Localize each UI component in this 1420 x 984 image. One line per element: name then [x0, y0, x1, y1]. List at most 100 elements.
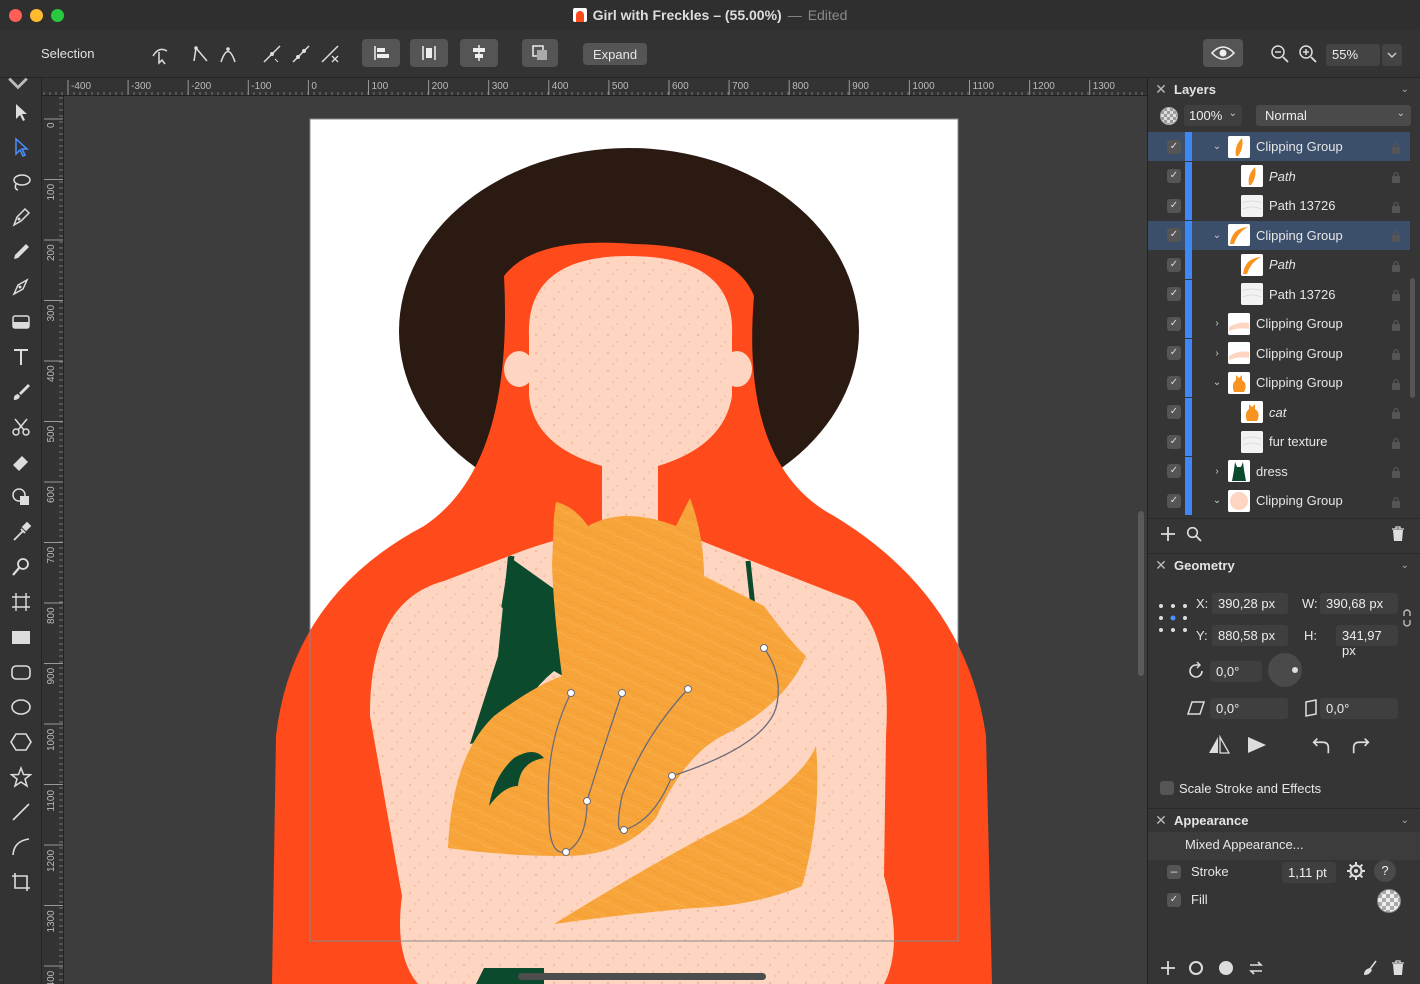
break-path-icon[interactable]	[258, 40, 286, 68]
minimize-window-button[interactable]	[30, 9, 43, 22]
corner-node-icon[interactable]	[186, 40, 214, 68]
ellipse-tool[interactable]	[7, 693, 35, 721]
opacity-field[interactable]: 100% ⌄	[1184, 105, 1242, 126]
rotate-left-button[interactable]	[1308, 733, 1334, 757]
spiral-tool[interactable]	[7, 833, 35, 861]
zoom-in-icon[interactable]	[1294, 40, 1322, 68]
close-panel-icon[interactable]: ✕	[1148, 81, 1174, 98]
artboard-tool[interactable]	[7, 588, 35, 616]
node-tool[interactable]	[7, 133, 35, 161]
layer-row[interactable]: ✓ ⌄ Clipping Group	[1148, 132, 1410, 161]
lock-icon[interactable]	[1391, 465, 1401, 478]
close-panel-icon[interactable]: ✕	[1148, 557, 1174, 574]
lock-icon[interactable]	[1391, 200, 1401, 213]
rotation-field[interactable]: 0,0°	[1210, 661, 1262, 682]
opacity-icon[interactable]	[1160, 107, 1178, 125]
align-left-button[interactable]	[362, 39, 400, 67]
smooth-node-icon[interactable]	[214, 40, 242, 68]
lock-icon[interactable]	[1391, 229, 1401, 242]
swap-button[interactable]	[1246, 958, 1266, 978]
rounded-rectangle-tool[interactable]	[7, 658, 35, 686]
appearance-panel-header[interactable]: ✕ Appearance ⌄	[1148, 808, 1420, 832]
chevron-down-icon[interactable]: ⌄	[1212, 141, 1222, 152]
delete-layer-button[interactable]	[1388, 524, 1408, 544]
lock-icon[interactable]	[1391, 495, 1401, 508]
add-stroke-button[interactable]	[1186, 958, 1206, 978]
brush-tool[interactable]	[7, 378, 35, 406]
w-field[interactable]: 390,68 px	[1320, 593, 1398, 614]
help-button[interactable]: ?	[1374, 860, 1396, 882]
layer-visibility-checkbox[interactable]: ✓	[1167, 139, 1181, 154]
y-field[interactable]: 880,58 px	[1212, 625, 1288, 646]
add-appearance-button[interactable]	[1158, 958, 1178, 978]
view-mode-button[interactable]	[1203, 39, 1243, 67]
join-path-icon[interactable]	[287, 40, 315, 68]
layer-visibility-checkbox[interactable]: ✓	[1167, 287, 1181, 301]
constrain-proportions-toggle[interactable]	[1402, 608, 1412, 633]
layer-row[interactable]: ✓ › dress	[1148, 456, 1410, 486]
eyedropper-tool[interactable]	[7, 518, 35, 546]
selection-tool[interactable]	[7, 98, 35, 126]
skew-field[interactable]: 0,0°	[1320, 698, 1398, 719]
rotate-right-button[interactable]	[1348, 733, 1374, 757]
scale-stroke-checkbox[interactable]	[1160, 781, 1174, 795]
shape-builder-tool[interactable]	[7, 483, 35, 511]
layer-row[interactable]: ✓ Path	[1148, 161, 1410, 191]
add-fill-button[interactable]	[1216, 958, 1236, 978]
lock-icon[interactable]	[1391, 318, 1401, 331]
canvas-area[interactable]	[64, 96, 1147, 984]
close-panel-icon[interactable]: ✕	[1148, 812, 1174, 829]
layer-row[interactable]: ✓ cat	[1148, 397, 1410, 427]
lock-icon[interactable]	[1391, 436, 1401, 449]
layer-row[interactable]: ✓ ⌄ Clipping Group	[1148, 368, 1410, 397]
layer-visibility-checkbox[interactable]: ✓	[1167, 169, 1181, 183]
chevron-down-icon[interactable]: ⌄	[1401, 560, 1409, 571]
lock-icon[interactable]	[1391, 347, 1401, 360]
zoom-tool[interactable]	[7, 553, 35, 581]
fill-toggle-checkbox[interactable]: ✓	[1167, 893, 1181, 907]
layer-visibility-checkbox[interactable]: ✓	[1167, 198, 1181, 213]
add-layer-button[interactable]	[1158, 524, 1178, 544]
rotation-knob[interactable]	[1268, 653, 1302, 687]
layer-row[interactable]: ✓ Path	[1148, 250, 1410, 279]
layer-visibility-checkbox[interactable]: ✓	[1167, 464, 1181, 478]
layer-row[interactable]: ✓ Path 13726	[1148, 279, 1410, 309]
blend-mode-select[interactable]: Normal ⌄	[1256, 105, 1411, 126]
rectangle-tool[interactable]	[7, 623, 35, 651]
layer-visibility-checkbox[interactable]: ✓	[1167, 375, 1181, 390]
tools-collapse-button[interactable]	[4, 74, 32, 92]
layers-scrollbar[interactable]	[1410, 278, 1415, 398]
lock-icon[interactable]	[1391, 288, 1401, 301]
zoom-out-icon[interactable]	[1266, 40, 1294, 68]
fill-color-swatch[interactable]	[1377, 889, 1401, 913]
artwork[interactable]	[64, 96, 1147, 984]
pencil-tool[interactable]	[7, 238, 35, 266]
stroke-width-field[interactable]: 1,11 pt	[1282, 862, 1336, 883]
smart-select-icon[interactable]	[146, 40, 174, 68]
vertical-scrollbar[interactable]	[1138, 511, 1144, 676]
layer-visibility-checkbox[interactable]: ✓	[1167, 228, 1181, 242]
lock-icon[interactable]	[1391, 259, 1401, 272]
lasso-tool[interactable]	[7, 168, 35, 196]
layer-visibility-checkbox[interactable]: ✓	[1167, 493, 1181, 508]
chevron-right-icon[interactable]: ›	[1212, 466, 1222, 477]
chevron-down-icon[interactable]: ⌄	[1401, 84, 1409, 95]
crop-tool[interactable]	[7, 868, 35, 896]
align-center-button[interactable]	[460, 39, 498, 67]
clear-appearance-button[interactable]	[1360, 958, 1380, 978]
stroke-toggle[interactable]: –	[1167, 865, 1181, 879]
search-layers-button[interactable]	[1184, 524, 1204, 544]
vector-brush-tool[interactable]	[7, 273, 35, 301]
layer-row[interactable]: ✓ fur texture	[1148, 427, 1410, 456]
remove-node-icon[interactable]	[316, 40, 344, 68]
chevron-down-icon[interactable]: ⌄	[1212, 230, 1222, 241]
delete-appearance-button[interactable]	[1388, 958, 1408, 978]
layer-visibility-checkbox[interactable]: ✓	[1167, 346, 1181, 360]
lock-icon[interactable]	[1391, 377, 1401, 390]
zoom-dropdown-button[interactable]	[1382, 44, 1402, 66]
chevron-down-icon[interactable]: ⌄	[1212, 495, 1222, 506]
scissors-tool[interactable]	[7, 413, 35, 441]
expand-button[interactable]: Expand	[583, 43, 647, 65]
layer-visibility-checkbox[interactable]: ✓	[1167, 434, 1181, 449]
distribute-button[interactable]	[410, 39, 448, 67]
